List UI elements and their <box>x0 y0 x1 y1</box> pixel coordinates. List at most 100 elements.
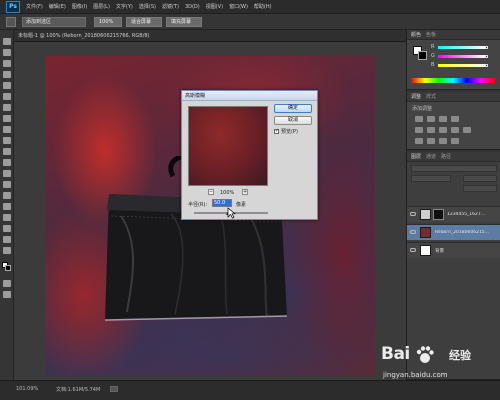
gradient-map-adjustment-icon[interactable] <box>451 138 459 144</box>
magic-wand-tool-icon[interactable] <box>3 71 11 78</box>
document-tab-label: 未标题-1 @ 100% (Reborn_20180606215766, RGB… <box>18 33 150 39</box>
radius-unit: 像素 <box>236 202 247 208</box>
tab-paths[interactable]: 路径 <box>441 153 451 160</box>
menu-file[interactable]: 文件(F) <box>26 3 43 10</box>
levels-adjustment-icon[interactable] <box>427 116 435 122</box>
cancel-button[interactable]: 取消 <box>274 116 312 125</box>
color-balance-adjustment-icon[interactable] <box>439 127 447 133</box>
threshold-adjustment-icon[interactable] <box>439 138 447 144</box>
visibility-eye-icon[interactable] <box>410 230 416 234</box>
quick-mask-icon[interactable] <box>3 280 11 287</box>
layer-row-selected[interactable]: Reborn_20180606215... <box>407 224 500 240</box>
pen-tool-icon[interactable] <box>3 192 11 199</box>
posterize-adjustment-icon[interactable] <box>427 138 435 144</box>
color-spectrum[interactable] <box>411 78 495 83</box>
layer-row-background[interactable]: 背景 <box>407 242 500 258</box>
photo-filter-adjustment-icon[interactable] <box>463 127 471 133</box>
tab-swatches[interactable]: 色板 <box>426 31 436 38</box>
menu-view[interactable]: 视图(V) <box>206 3 223 10</box>
zoom-in-button[interactable]: + <box>242 189 248 195</box>
fill-screen-button[interactable]: 填充屏幕 <box>166 17 202 27</box>
clone-stamp-tool-icon[interactable] <box>3 126 11 133</box>
slider-b-thumb[interactable] <box>485 64 488 67</box>
lasso-tool-icon[interactable] <box>3 60 11 67</box>
layer-row[interactable]: 1234455_1627... <box>407 206 500 222</box>
menu-layer[interactable]: 图层(L) <box>93 3 110 10</box>
black-white-adjustment-icon[interactable] <box>451 127 459 133</box>
screen-mode-icon[interactable] <box>3 291 11 298</box>
opacity-field[interactable] <box>463 175 497 182</box>
tab-channels[interactable]: 通道 <box>426 153 436 160</box>
slider-g-thumb[interactable] <box>485 55 488 58</box>
shape-tool-icon[interactable] <box>3 225 11 232</box>
eraser-tool-icon[interactable] <box>3 148 11 155</box>
blur-tool-icon[interactable] <box>3 170 11 177</box>
tab-layers[interactable]: 图层 <box>411 153 421 160</box>
radius-input[interactable]: 50.0 <box>212 199 232 207</box>
status-menu-arrow-icon[interactable] <box>110 386 118 392</box>
fit-screen-button[interactable]: 适合屏幕 <box>126 17 162 27</box>
ok-button[interactable]: 确定 <box>274 104 312 113</box>
menu-window[interactable]: 窗口(W) <box>229 3 248 10</box>
selection-mode-select[interactable]: 添加到选区 <box>22 17 86 27</box>
menu-help[interactable]: 帮助(H) <box>254 3 272 10</box>
healing-brush-tool-icon[interactable] <box>3 104 11 111</box>
menu-select[interactable]: 选择(S) <box>139 3 156 10</box>
brightness-adjustment-icon[interactable] <box>415 116 423 122</box>
preview-checkbox[interactable]: ✓ <box>274 129 279 134</box>
curves-adjustment-icon[interactable] <box>439 116 447 122</box>
slider-b[interactable] <box>438 64 486 67</box>
hand-tool-icon[interactable] <box>3 236 11 243</box>
blend-mode-select[interactable] <box>411 175 451 182</box>
marquee-tool-icon[interactable] <box>3 49 11 56</box>
invert-adjustment-icon[interactable] <box>415 138 423 144</box>
eyedropper-tool-icon[interactable] <box>3 93 11 100</box>
status-zoom[interactable]: 101.09% <box>16 386 38 392</box>
visibility-eye-icon[interactable] <box>410 248 416 252</box>
zoom-out-button[interactable]: − <box>208 189 214 195</box>
color-panel-header: 颜色 色板 <box>407 30 500 40</box>
slider-r[interactable] <box>438 46 486 49</box>
slider-r-thumb[interactable] <box>485 46 488 49</box>
gradient-tool-icon[interactable] <box>3 159 11 166</box>
menu-image[interactable]: 图像(I) <box>72 3 87 10</box>
history-brush-tool-icon[interactable] <box>3 137 11 144</box>
preview-label: 预览(P) <box>281 129 298 135</box>
fill-field[interactable] <box>463 185 497 192</box>
move-tool-icon[interactable] <box>3 38 11 45</box>
hue-saturation-adjustment-icon[interactable] <box>427 127 435 133</box>
status-doc-size: 文档:1.61M/5.74M <box>56 387 101 393</box>
vibrance-adjustment-icon[interactable] <box>415 127 423 133</box>
menu-filter[interactable]: 滤镜(T) <box>162 3 179 10</box>
baidu-jingyan-watermark: Bai 经验 jingyan.baidu.com <box>381 344 497 390</box>
layer-name: 1234455_1627... <box>447 212 486 217</box>
adjustments-subtitle: 添加调整 <box>412 106 433 112</box>
path-selection-tool-icon[interactable] <box>3 214 11 221</box>
visibility-eye-icon[interactable] <box>410 212 416 216</box>
zoom-tool-icon[interactable] <box>6 17 16 27</box>
tab-color[interactable]: 颜色 <box>411 31 421 38</box>
zoom-tool-sidebar-icon[interactable] <box>3 247 11 254</box>
menu-3d[interactable]: 3D(D) <box>185 4 200 10</box>
layer-name: 背景 <box>435 249 444 254</box>
menu-type[interactable]: 文字(Y) <box>116 3 133 10</box>
layer-mask-thumbnail[interactable] <box>433 209 444 220</box>
color-background-swatch[interactable] <box>418 51 427 60</box>
layer-filter-bar[interactable] <box>411 165 497 172</box>
menu-edit[interactable]: 编辑(E) <box>49 3 66 10</box>
watermark-brand: Bai <box>381 344 410 364</box>
blur-preview[interactable] <box>188 106 268 186</box>
tab-adjustments[interactable]: 调整 <box>411 93 421 100</box>
crop-tool-icon[interactable] <box>3 82 11 89</box>
dialog-title: 高斯模糊 <box>182 91 317 101</box>
zoom-100-button[interactable]: 100% <box>94 17 122 27</box>
exposure-adjustment-icon[interactable] <box>451 116 459 122</box>
background-color-swatch[interactable] <box>5 265 11 271</box>
type-tool-icon[interactable] <box>3 203 11 210</box>
document-tab[interactable]: 未标题-1 @ 100% (Reborn_20180606215766, RGB… <box>14 30 406 42</box>
dodge-tool-icon[interactable] <box>3 181 11 188</box>
tab-styles[interactable]: 样式 <box>426 93 436 100</box>
right-panel-dock: 颜色 色板 R G B 调整 样式 添加调整 图层 通道 路径 1234455_… <box>406 30 500 380</box>
slider-g[interactable] <box>438 55 486 58</box>
brush-tool-icon[interactable] <box>3 115 11 122</box>
